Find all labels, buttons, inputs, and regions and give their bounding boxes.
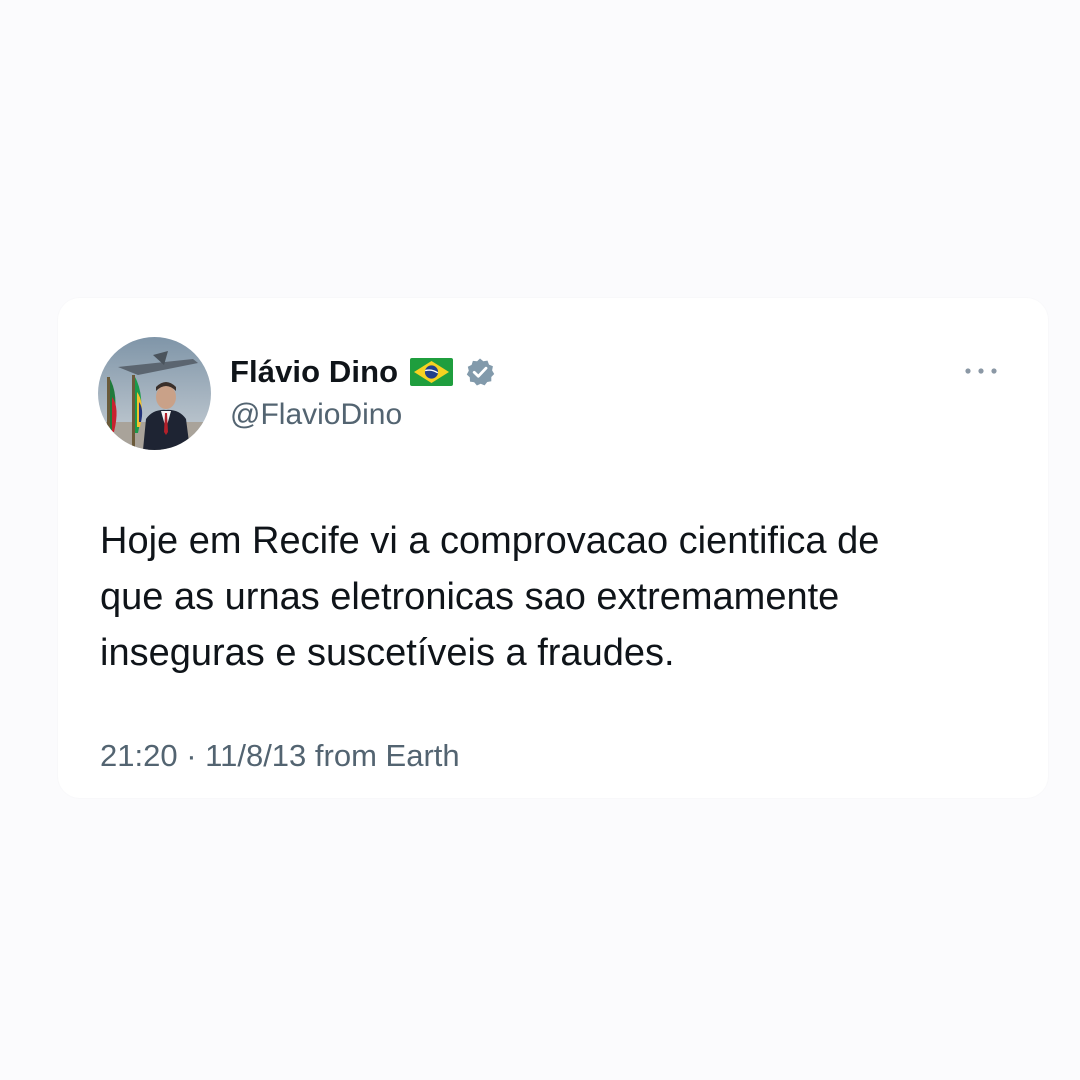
author-name-row: Flávio Dino [230, 351, 495, 393]
tweet-text: Hoje em Recife vi a comprovacao cientifi… [100, 513, 1000, 681]
tweet-date[interactable]: 11/8/13 [205, 738, 306, 773]
author-handle[interactable]: @FlavioDino [230, 398, 402, 432]
tweet-time[interactable]: 21:20 [100, 738, 178, 773]
more-options-icon[interactable] [962, 362, 1000, 380]
verified-badge-icon[interactable] [465, 357, 495, 387]
meta-separator: · [186, 738, 197, 773]
tweet-text-line: que as urnas eletronicas sao extremament… [100, 576, 840, 618]
tweet-source: from Earth [314, 738, 460, 773]
tweet-text-line: Hoje em Recife vi a comprovacao cientifi… [100, 520, 880, 562]
brazil-flag-icon [410, 358, 454, 386]
avatar[interactable] [98, 337, 211, 450]
tweet-text-line: inseguras e suscetíveis a fraudes. [100, 632, 675, 674]
tweet-metadata: 21:20 · 11/8/13 from Earth [100, 738, 460, 774]
page: Flávio Dino @FlavioDino Hoje em Recife v… [0, 0, 1080, 1080]
author-display-name[interactable]: Flávio Dino [230, 354, 398, 390]
